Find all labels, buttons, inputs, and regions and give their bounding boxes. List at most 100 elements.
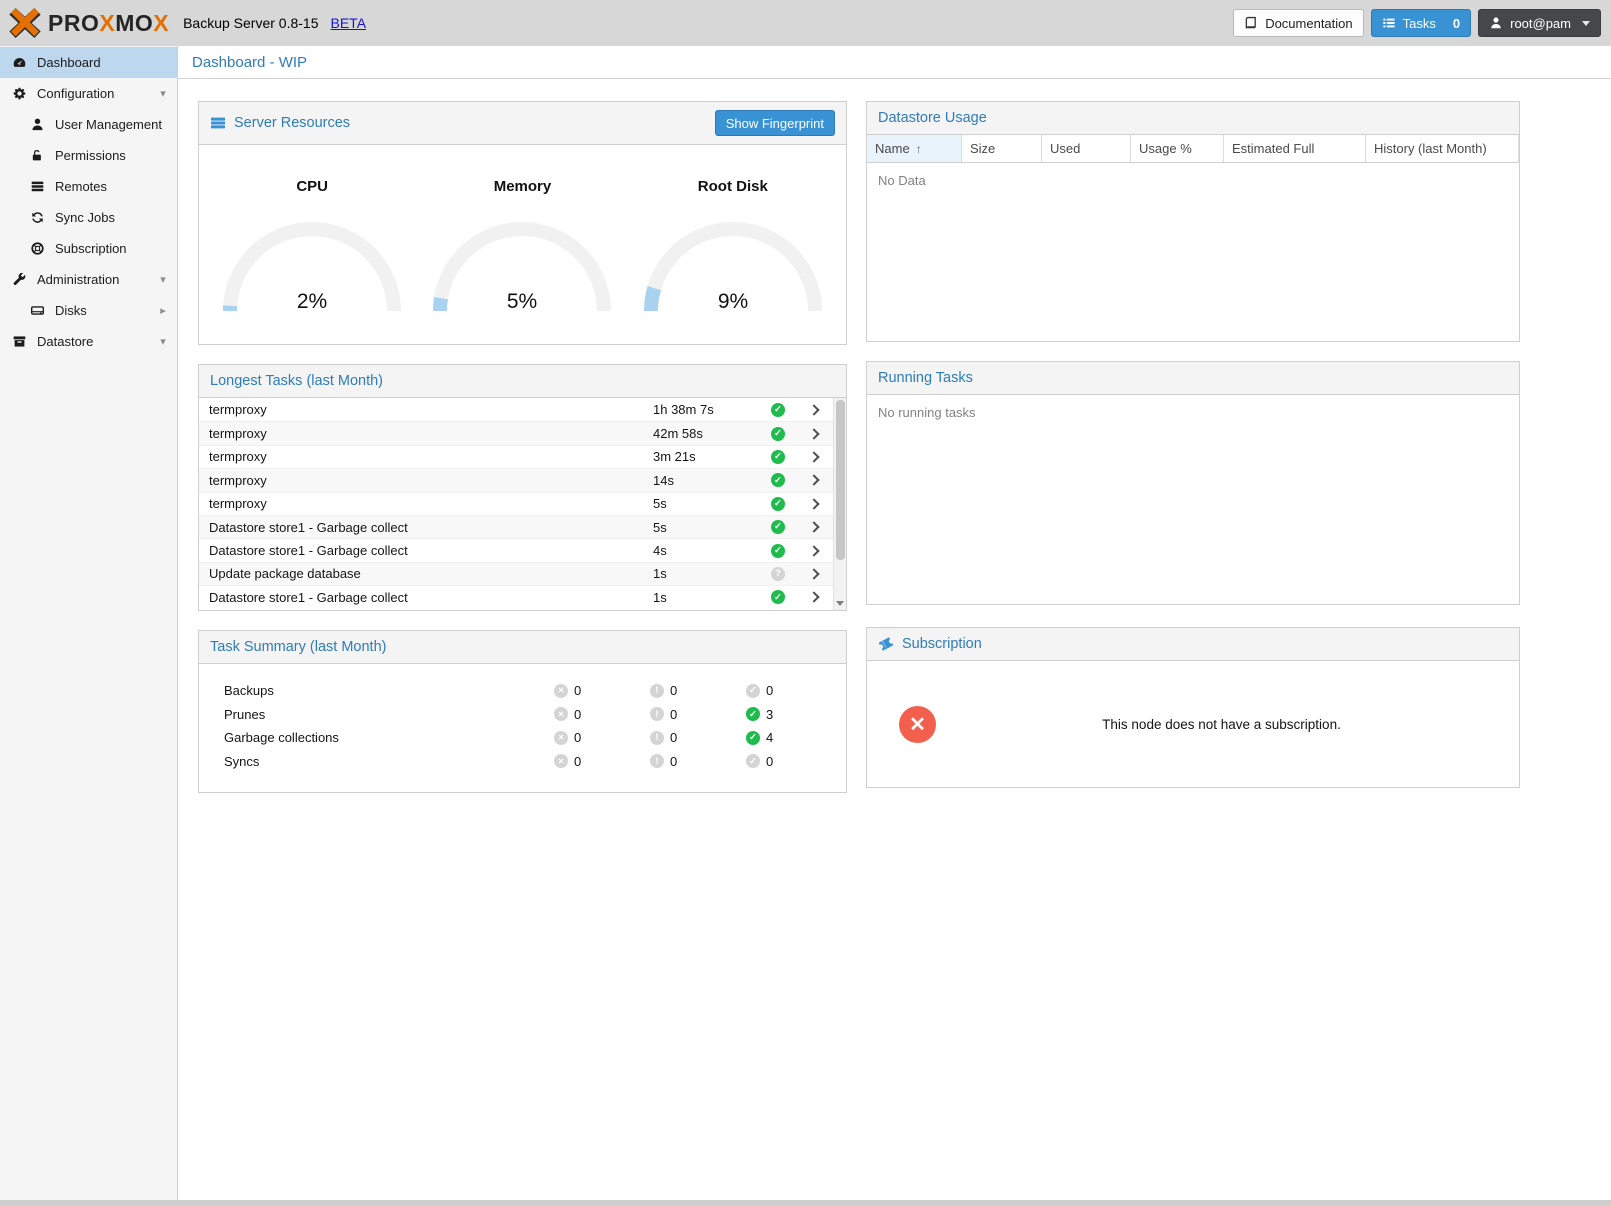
summary-label: Prunes [224,707,554,722]
show-fingerprint-button[interactable]: Show Fingerprint [715,110,835,136]
task-row[interactable]: Datastore store1 - Garbage collect5s✓ [199,515,833,538]
subscription-body: ✕ This node does not have a subscription… [867,661,1519,787]
no-running-tasks-text: No running tasks [867,395,1519,430]
column-header-usage[interactable]: Usage % [1131,135,1224,162]
wrench-icon [11,272,28,288]
task-row[interactable]: Datastore store1 - Garbage collect4s✓ [199,538,833,561]
task-status: ? [758,567,798,581]
count-value: 0 [574,754,581,769]
task-status: ✓ [758,403,798,417]
chevron-right-icon [808,451,819,462]
column-header-history-last-month[interactable]: History (last Month) [1366,135,1519,162]
beta-link[interactable]: BETA [331,15,367,31]
task-row[interactable]: Update package database1s? [199,562,833,585]
column-header-label: Name [875,141,910,156]
summary-row: Backups×0!0✓0 [199,679,846,703]
summary-row: Prunes×0!0✓3 [199,703,846,727]
sidebar-item-label: Disks [55,303,87,318]
sidebar-item-permissions[interactable]: Permissions [0,140,177,171]
scrollbar-thumb[interactable] [836,400,845,560]
task-name: Update package database [209,566,653,581]
task-open-button[interactable] [798,476,833,484]
sidebar-item-label: User Management [55,117,162,132]
task-row[interactable]: Datastore store1 - Garbage collect1s✓ [199,585,833,608]
task-open-button[interactable] [798,523,833,531]
gauge-value: 5% [507,290,537,313]
sidebar-item-disks[interactable]: Disks ▸ [0,295,177,326]
task-row[interactable]: termproxy42m 58s✓ [199,421,833,444]
documentation-button[interactable]: Documentation [1233,9,1363,37]
sidebar-item-administration[interactable]: Administration▾ [0,264,177,295]
summary-warning-count: !0 [650,707,746,722]
column-header-name[interactable]: Name↑ [867,135,962,162]
task-open-button[interactable] [798,593,833,601]
task-row[interactable]: termproxy5s✓ [199,492,833,515]
task-duration: 3m 21s [653,449,758,464]
caret-right-icon[interactable]: ▸ [157,304,169,317]
count-value: 0 [766,683,773,698]
error-circle-icon: × [554,754,568,768]
unlock-icon [29,148,46,164]
subscription-message: This node does not have a subscription. [936,717,1507,732]
task-row[interactable]: termproxy3m 21s✓ [199,445,833,468]
task-row[interactable]: termproxy1h 38m 7s✓ [199,398,833,421]
sidebar-item-dashboard[interactable]: Dashboard [0,47,177,78]
task-status: ✓ [758,497,798,511]
gauge-cpu: CPU2% [215,155,410,344]
sidebar-item-label: Permissions [55,148,126,163]
sidebar-item-remotes[interactable]: Remotes [0,171,177,202]
sidebar-item-user-management[interactable]: User Management [0,109,177,140]
task-duration: 5s [653,496,758,511]
column-header-size[interactable]: Size [962,135,1042,162]
sidebar-item-datastore[interactable]: Datastore▾ [0,326,177,357]
task-row[interactable]: termproxy14s✓ [199,468,833,491]
tasks-button[interactable]: Tasks 0 [1371,9,1471,37]
chevron-right-icon [808,498,819,509]
sidebar-item-subscription[interactable]: Subscription [0,233,177,264]
task-open-button[interactable] [798,547,833,555]
question-circle-icon: ? [771,567,785,581]
caret-down-icon[interactable]: ▾ [157,335,169,348]
scroll-down-button[interactable] [834,597,846,609]
task-duration: 1s [653,590,758,605]
task-duration: 1s [653,566,758,581]
check-circle-icon: ✓ [746,707,760,721]
error-circle-icon: × [554,707,568,721]
ticket-icon [878,636,894,652]
caret-down-icon[interactable]: ▾ [157,87,169,100]
column-header-label: Estimated Full [1232,141,1314,156]
gauge-label: Memory [425,178,620,195]
panel-title: Server Resources [234,115,350,131]
triangle-down-icon [836,601,844,606]
panel-title: Longest Tasks (last Month) [210,373,383,389]
panel-title: Running Tasks [878,370,973,386]
summary-warning-count: !0 [650,754,746,769]
panel-title: Datastore Usage [878,110,987,126]
chevron-down-icon [1582,21,1590,26]
column-header-used[interactable]: Used [1042,135,1131,162]
sidebar-item-sync-jobs[interactable]: Sync Jobs [0,202,177,233]
book-icon [1244,16,1258,30]
scrollbar[interactable] [833,398,846,610]
summary-error-count: ×0 [554,730,650,745]
caret-down-icon[interactable]: ▾ [157,273,169,286]
archive-icon [11,334,28,350]
task-open-button[interactable] [798,430,833,438]
gauge-arc: 9% [636,211,830,319]
warning-circle-icon: ! [650,707,664,721]
sidebar-item-configuration[interactable]: Configuration▾ [0,78,177,109]
task-open-button[interactable] [798,406,833,414]
error-circle-icon: × [554,731,568,745]
panel-title: Subscription [902,636,982,652]
column-header-label: Size [970,141,995,156]
user-menu-button[interactable]: root@pam [1478,9,1601,37]
sync-icon [29,210,46,226]
bottom-strip [0,1200,1611,1206]
task-open-button[interactable] [798,453,833,461]
count-value: 4 [766,730,773,745]
task-open-button[interactable] [798,570,833,578]
column-header-estimated-full[interactable]: Estimated Full [1224,135,1366,162]
summary-error-count: ×0 [554,683,650,698]
check-circle-icon: ✓ [771,497,785,511]
task-open-button[interactable] [798,500,833,508]
